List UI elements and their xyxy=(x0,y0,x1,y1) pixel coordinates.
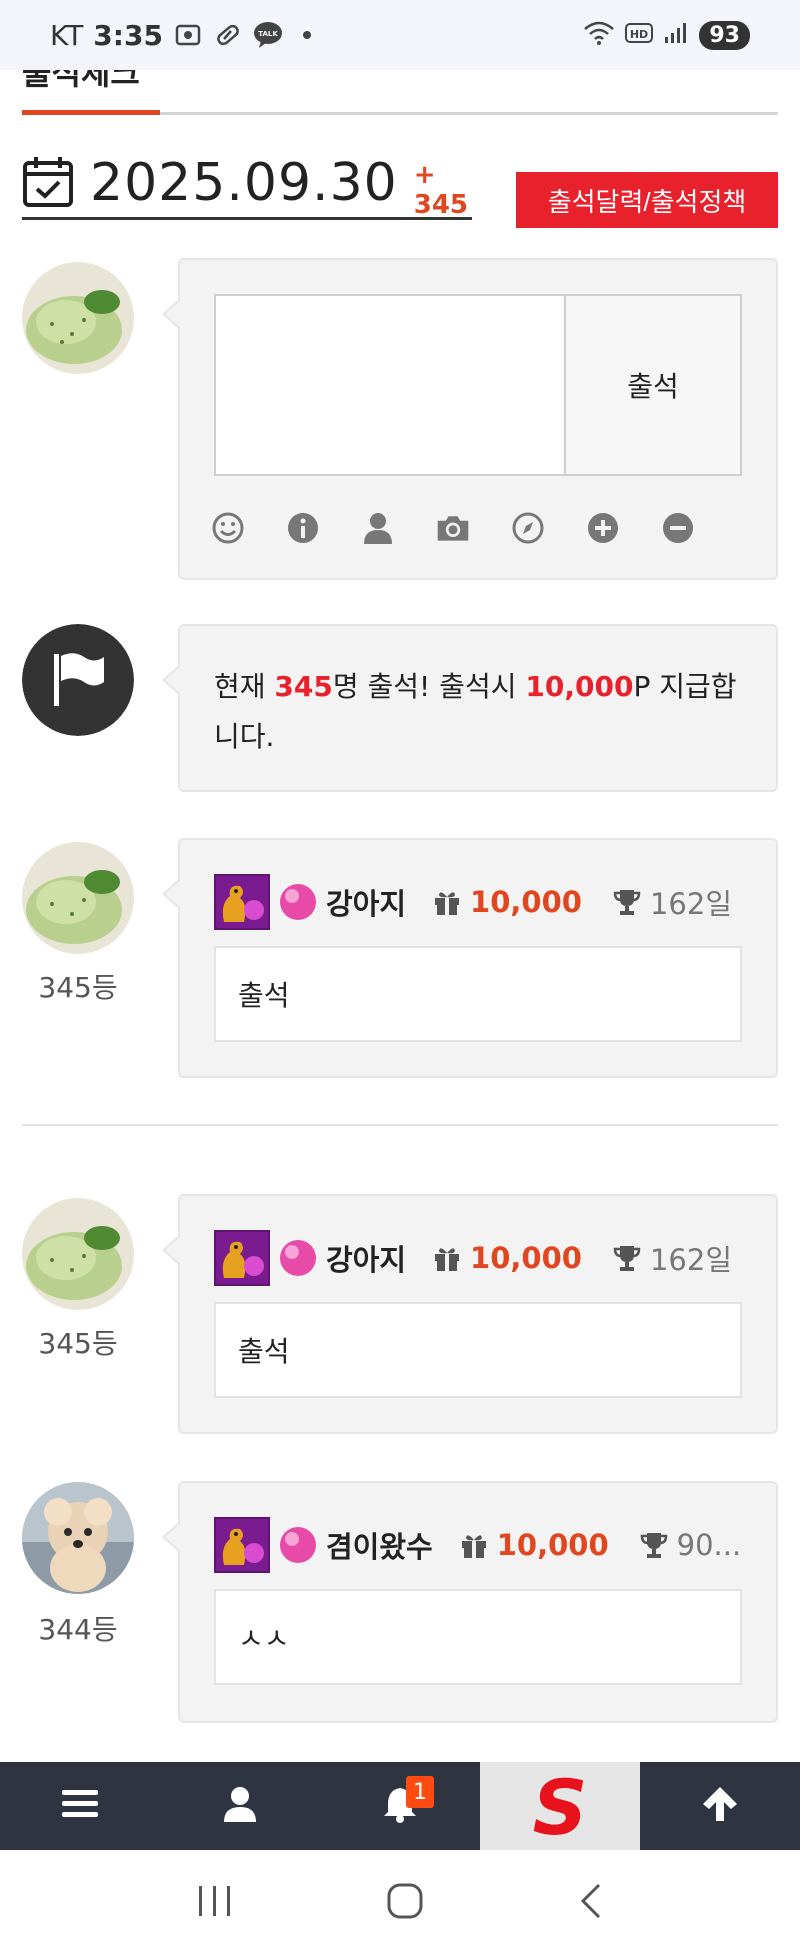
camera-icon[interactable] xyxy=(435,510,471,546)
site-logo-icon: S xyxy=(533,1768,588,1844)
trophy-icon xyxy=(612,887,642,917)
recent-apps-icon[interactable] xyxy=(195,1883,235,1923)
smile-icon[interactable] xyxy=(210,510,246,546)
notice-points: 10,000 xyxy=(525,670,634,703)
attendance-entry: 강아지 10,000 162일 출석 xyxy=(162,838,778,1078)
hd-icon: HD xyxy=(625,22,654,48)
screenshot-icon xyxy=(173,21,203,49)
hamburger-icon xyxy=(60,1787,100,1825)
entry-avatar[interactable] xyxy=(22,1482,134,1594)
entry-points: 10,000 xyxy=(470,885,582,919)
my-avatar[interactable] xyxy=(22,262,134,374)
wifi-icon xyxy=(583,20,615,50)
kakaotalk-icon: TALK xyxy=(253,21,283,49)
entry-meta: 강아지 10,000 162일 xyxy=(214,1230,732,1286)
level-badge-icon xyxy=(214,1517,270,1573)
home-logo-button[interactable]: S xyxy=(480,1762,640,1850)
gift-icon xyxy=(459,1530,489,1560)
signal-icon xyxy=(663,21,689,49)
info-icon[interactable] xyxy=(285,510,321,546)
hd-label: HD xyxy=(630,28,648,41)
trophy-icon xyxy=(639,1530,669,1560)
user-icon xyxy=(223,1786,257,1826)
bottom-nav: 1 S xyxy=(0,1762,800,1850)
attendance-count-delta: + 345 xyxy=(413,159,469,220)
entry-streak-days: 162일 xyxy=(649,1243,733,1277)
entry-streak-days: 90... xyxy=(676,1528,742,1562)
entry-meta: 강아지 10,000 162일 xyxy=(214,874,732,930)
more-notifications-dot xyxy=(302,31,311,39)
entry-nickname[interactable]: 겸이왔수 xyxy=(326,1524,433,1566)
attendance-entry: 겸이왔수 10,000 90... ㅅㅅ xyxy=(162,1481,778,1723)
compose-toolbar xyxy=(210,510,696,546)
entry-points: 10,000 xyxy=(470,1241,582,1275)
level-badge-icon xyxy=(214,874,270,930)
entry-rank: 344등 xyxy=(38,1613,118,1646)
section-divider xyxy=(22,1124,778,1126)
flag-icon xyxy=(22,624,134,736)
profile-button[interactable] xyxy=(160,1762,320,1850)
trophy-icon xyxy=(612,1243,642,1273)
home-icon[interactable] xyxy=(385,1881,425,1925)
gem-icon xyxy=(278,1238,318,1278)
plus-circle-icon[interactable] xyxy=(585,510,621,546)
entry-nickname[interactable]: 강아지 xyxy=(326,881,406,923)
compass-icon[interactable] xyxy=(510,510,546,546)
arrow-up-icon xyxy=(700,1784,740,1828)
entry-comment: ㅅㅅ xyxy=(214,1589,742,1685)
user-icon[interactable] xyxy=(360,510,396,546)
system-nav-bar xyxy=(0,1850,800,1956)
notifications-button[interactable]: 1 xyxy=(320,1762,480,1850)
entry-comment: 출석 xyxy=(214,1302,742,1398)
carrier-label: KT xyxy=(50,18,84,52)
scroll-top-button[interactable] xyxy=(640,1762,800,1850)
status-bar: KT 3:35 TALK HD 93 xyxy=(0,0,800,70)
battery-indicator: 93 xyxy=(699,20,750,50)
entry-meta: 겸이왔수 10,000 90... xyxy=(214,1517,741,1573)
entry-avatar[interactable] xyxy=(22,842,134,954)
gift-icon xyxy=(432,1243,462,1273)
notice-middle: 명 출석! 출석시 xyxy=(332,670,526,703)
date-header: 2025.09.30 + 345 xyxy=(22,148,472,220)
entry-points: 10,000 xyxy=(496,1528,609,1562)
level-badge-icon xyxy=(214,1230,270,1286)
attendance-comment-textarea[interactable] xyxy=(214,294,566,476)
attendance-date: 2025.09.30 xyxy=(90,152,398,213)
entry-streak-days: 162일 xyxy=(649,887,733,921)
notification-count-badge: 1 xyxy=(406,1776,434,1808)
gem-icon xyxy=(278,882,318,922)
back-icon[interactable] xyxy=(575,1881,605,1925)
notice-count: 345 xyxy=(274,670,333,703)
attendance-submit-button[interactable]: 출석 xyxy=(564,294,742,476)
attendance-notice: 현재 345명 출석! 출석시 10,000P 지급합니다. xyxy=(214,662,754,762)
menu-button[interactable] xyxy=(0,1762,160,1850)
entry-avatar[interactable] xyxy=(22,1198,134,1310)
clock: 3:35 xyxy=(93,18,163,52)
calendar-check-icon xyxy=(22,154,74,212)
entry-nickname[interactable]: 강아지 xyxy=(326,1237,406,1279)
entry-comment: 출석 xyxy=(214,946,742,1042)
entry-rank: 345등 xyxy=(38,971,118,1004)
gem-icon xyxy=(278,1525,318,1565)
attendance-policy-button[interactable]: 출석달력/출석정책 xyxy=(516,172,778,228)
entry-rank: 345등 xyxy=(38,1327,118,1360)
attendance-notice-panel: 현재 345명 출석! 출석시 10,000P 지급합니다. xyxy=(162,624,778,792)
attendance-entry: 강아지 10,000 162일 출석 xyxy=(162,1194,778,1434)
pill-icon xyxy=(213,21,243,49)
gift-icon xyxy=(432,887,462,917)
attendance-compose-panel: 출석 xyxy=(162,258,778,580)
tab-active-indicator xyxy=(22,110,160,115)
minus-circle-icon[interactable] xyxy=(660,510,696,546)
logo-letter: S xyxy=(533,1768,588,1844)
notice-prefix: 현재 xyxy=(214,670,275,703)
talk-label: TALK xyxy=(258,30,278,38)
